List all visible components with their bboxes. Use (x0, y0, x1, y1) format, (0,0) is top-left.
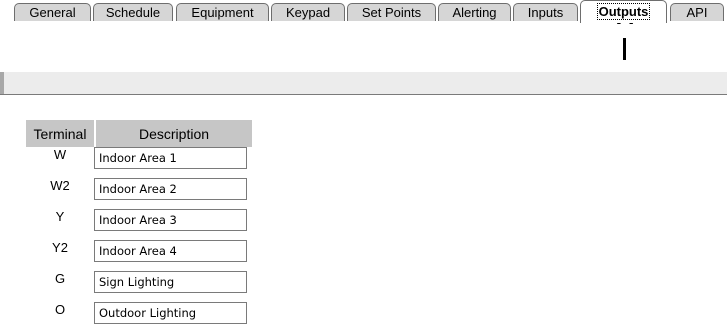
table-row: W (26, 147, 252, 178)
table-row: Y (26, 209, 252, 240)
tab-bar (0, 72, 727, 95)
table-row: W2 (26, 178, 252, 209)
terminal-column-header: Terminal (26, 120, 94, 147)
tab-schedule[interactable]: Schedule (93, 3, 173, 21)
description-input[interactable] (94, 240, 247, 262)
tab-general[interactable]: General (14, 3, 91, 21)
description-input[interactable] (94, 302, 247, 324)
tab-inputs[interactable]: Inputs (513, 3, 578, 21)
table-row: O (26, 302, 252, 333)
description-input[interactable] (94, 178, 247, 200)
table-header-row: Terminal Description (26, 120, 252, 147)
terminal-cell: W (53, 147, 67, 162)
description-input[interactable] (94, 147, 247, 169)
tab-set-points[interactable]: Set Points (347, 3, 436, 21)
description-column-header: Description (94, 120, 252, 147)
description-input[interactable] (94, 271, 247, 293)
terminal-cell: Y (55, 209, 65, 224)
tab-alerting[interactable]: Alerting (438, 3, 511, 21)
tab-equipment[interactable]: Equipment (176, 3, 269, 21)
tab-bar-left-edge (0, 72, 4, 94)
terminal-cell: O (54, 302, 66, 317)
table-row: G (26, 271, 252, 302)
terminal-cell: W2 (50, 178, 70, 193)
outputs-table: Terminal Description W W2 Y Y2 G O (26, 120, 252, 333)
description-input[interactable] (94, 209, 247, 231)
callout-pointer-line (623, 38, 626, 60)
tab-outputs[interactable]: Outputs (580, 0, 667, 23)
tab-keypad[interactable]: Keypad (271, 3, 345, 21)
terminal-cell: G (54, 271, 66, 286)
table-row: Y2 (26, 240, 252, 271)
tab-api[interactable]: API (670, 3, 724, 21)
terminal-cell: Y2 (52, 240, 68, 255)
